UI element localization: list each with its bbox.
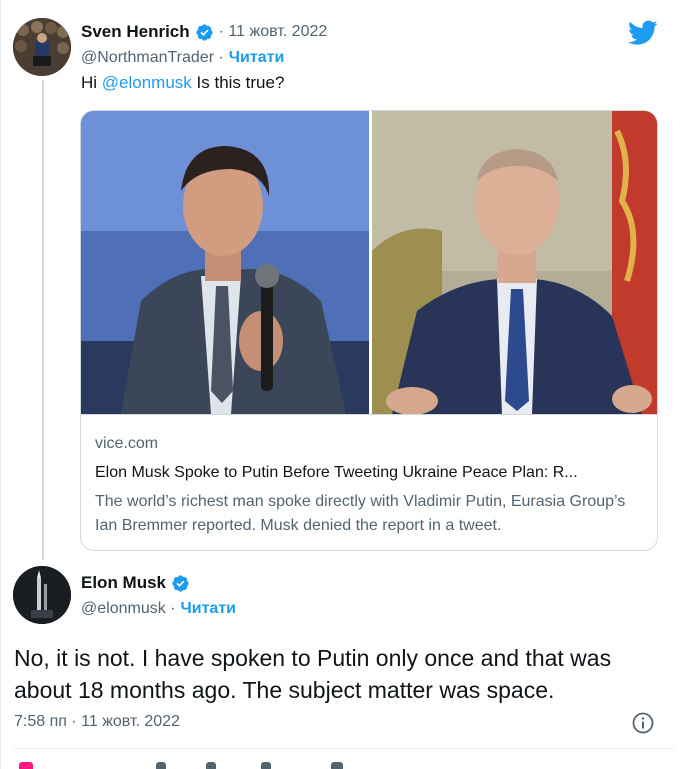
reply-tweet-text: No, it is not. I have spoken to Putin on…: [14, 645, 612, 703]
reply-timestamp[interactable]: 7:58 пп · 11 жовт. 2022: [14, 713, 180, 731]
quoted-tweet-date[interactable]: · 11 жовт. 2022: [219, 23, 328, 41]
card-image-putin: [372, 111, 657, 414]
card-body: vice.com Elon Musk Spoke to Putin Before…: [81, 414, 657, 538]
reply-icon[interactable]: [156, 762, 166, 769]
copy-link-icon[interactable]: [206, 762, 216, 769]
share-icon[interactable]: [261, 762, 271, 769]
tweet-embed: Sven Henrich · 11 жовт. 2022 @NorthmanTr…: [0, 0, 690, 769]
card-images: [81, 111, 657, 414]
thread-connector-line: [42, 80, 44, 560]
actions-divider: [14, 748, 674, 749]
twitter-bird-icon[interactable]: [628, 20, 658, 46]
quoted-text-suffix: Is this true?: [191, 73, 285, 92]
link-preview-card[interactable]: vice.com Elon Musk Spoke to Putin Before…: [80, 110, 658, 551]
mention-link[interactable]: @elonmusk: [102, 73, 192, 92]
avatar-sven-henrich[interactable]: [13, 18, 71, 76]
reply-handle-row: @elonmusk · Читати: [81, 600, 236, 618]
card-description: The world’s richest man spoke directly w…: [95, 493, 626, 534]
info-icon[interactable]: [631, 711, 655, 735]
follow-button-sven[interactable]: Читати: [229, 49, 284, 67]
quoted-handle-row: @NorthmanTrader · Читати: [81, 49, 284, 67]
quoted-author-handle[interactable]: @NorthmanTrader ·: [81, 49, 224, 67]
card-image-musk: [81, 111, 369, 414]
quoted-author-row: Sven Henrich · 11 жовт. 2022: [81, 22, 327, 42]
reply-author-handle[interactable]: @elonmusk ·: [81, 600, 176, 618]
avatar-elon-musk[interactable]: [13, 566, 71, 624]
reply-author-row: Elon Musk: [81, 573, 190, 593]
more-icon[interactable]: [331, 762, 343, 769]
card-domain: vice.com: [95, 435, 159, 452]
verified-badge-icon: [172, 574, 189, 592]
quoted-text-prefix: Hi: [81, 73, 102, 92]
reply-author-name[interactable]: Elon Musk: [81, 573, 166, 593]
like-icon[interactable]: [19, 762, 33, 769]
quoted-tweet-text: Hi @elonmusk Is this true?: [81, 73, 284, 93]
card-title[interactable]: Elon Musk Spoke to Putin Before Tweeting…: [95, 464, 645, 482]
quoted-author-name[interactable]: Sven Henrich: [81, 22, 190, 42]
follow-button-elon[interactable]: Читати: [181, 600, 236, 618]
verified-badge-icon: [196, 23, 213, 41]
